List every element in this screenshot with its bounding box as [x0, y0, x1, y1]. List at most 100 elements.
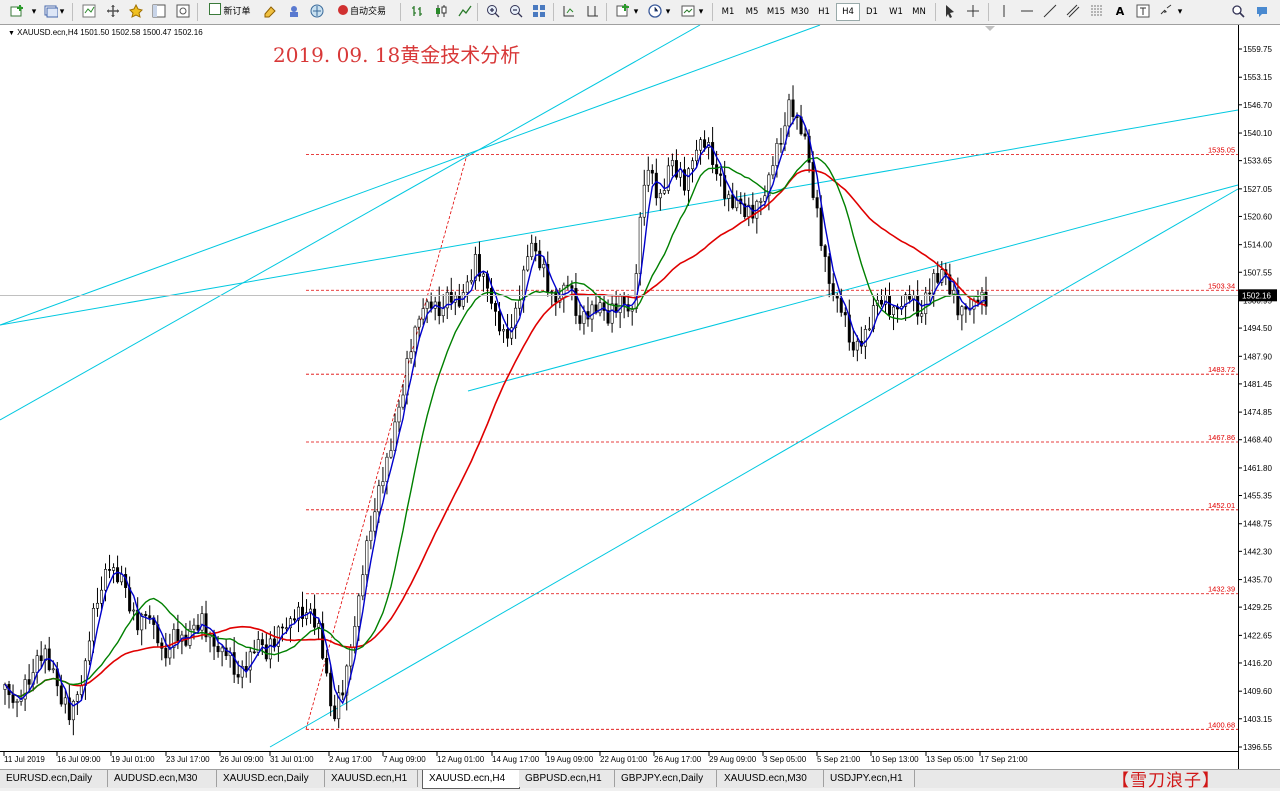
community-icon[interactable] [1253, 3, 1271, 21]
candle-body [284, 627, 288, 630]
candle-body [502, 329, 506, 332]
price-scale-label: 1416.20 [1243, 659, 1272, 668]
templates-icon[interactable] [679, 3, 697, 21]
price-scale-label: 1546.70 [1243, 101, 1272, 110]
new-order-button[interactable]: 新订单 [204, 3, 256, 21]
candle-body [924, 292, 928, 315]
candle-body [292, 618, 296, 621]
periods-icon[interactable] [646, 3, 664, 21]
price-scale-label: 1396.55 [1243, 743, 1272, 752]
symbol-info-label: ▼ XAUUSD.ecn,H4 1501.50 1502.58 1500.47 … [8, 28, 203, 37]
candle-body [827, 256, 831, 284]
candle-body [727, 194, 731, 199]
text-icon[interactable]: A [1111, 3, 1129, 21]
tab-xauusd-daily[interactable]: XAUUSD.ecn,Daily [217, 770, 325, 787]
price-scale-label: 1520.60 [1243, 212, 1272, 221]
timeframe-m5[interactable]: M5 [741, 3, 763, 21]
indicators-icon[interactable] [614, 3, 632, 21]
tab-eurusd-daily[interactable]: EURUSD.ecn,Daily [0, 770, 108, 787]
candle-body [465, 281, 469, 293]
cursor-icon[interactable] [941, 3, 959, 21]
candle-body [771, 165, 775, 176]
market-watch-icon[interactable] [80, 3, 98, 21]
new-chart-icon[interactable] [8, 3, 26, 21]
candle-body [642, 184, 646, 218]
chart-window[interactable]: 1535.05 1503.34 1483.72 1467.86 1452.01 1432.… [0, 24, 1280, 770]
arrows-dropdown-icon[interactable]: ▾ [1176, 3, 1184, 21]
line-chart-icon[interactable] [456, 3, 474, 21]
candle-body [313, 608, 317, 628]
tile-windows-icon[interactable] [530, 3, 548, 21]
timeframe-d1[interactable]: D1 [861, 3, 883, 21]
tab-audusd-m30[interactable]: AUDUSD.ecn,M30 [108, 770, 217, 787]
timeframe-h4[interactable]: H4 [836, 3, 860, 21]
chart-shift-icon[interactable] [584, 3, 602, 21]
candle-body [63, 697, 67, 705]
horizontal-line-icon[interactable] [1018, 3, 1036, 21]
candle-body [691, 160, 695, 170]
candle-body [892, 306, 896, 315]
auto-trading-button[interactable]: 自动交易 [330, 3, 394, 21]
trendline-icon[interactable] [1041, 3, 1059, 21]
candle-body [325, 657, 329, 674]
new-chart-dropdown-icon[interactable]: ▾ [30, 3, 38, 21]
timeframe-m15[interactable]: M15 [765, 3, 787, 21]
price-chart[interactable]: 1535.05 1503.34 1483.72 1467.86 1452.01 1432.… [0, 25, 1280, 770]
candle-body [87, 640, 91, 662]
periods-dropdown-icon[interactable]: ▾ [664, 3, 672, 21]
time-scale-label: 26 Aug 17:00 [654, 755, 702, 764]
tab-xauusd-h1[interactable]: XAUUSD.ecn,H1 [325, 770, 418, 787]
tab-usdjpy-h1[interactable]: USDJPY.ecn,H1 [824, 770, 915, 787]
crosshair-icon[interactable] [964, 3, 982, 21]
channel-icon[interactable] [1064, 3, 1082, 21]
candle-body [437, 301, 441, 317]
navigator-icon[interactable] [104, 3, 122, 21]
timeframe-w1[interactable]: W1 [885, 3, 907, 21]
signals-icon[interactable] [285, 3, 303, 21]
trendline [0, 25, 821, 326]
templates-dropdown-icon[interactable]: ▾ [697, 3, 705, 21]
timeframe-mn[interactable]: MN [908, 3, 930, 21]
tab-xauusd-m30[interactable]: XAUUSD.ecn,M30 [718, 770, 824, 787]
profiles-dropdown-icon[interactable]: ▾ [58, 3, 66, 21]
text-label-icon[interactable] [1134, 3, 1152, 21]
metaeditor-icon[interactable] [261, 3, 279, 21]
zoom-in-icon[interactable] [484, 3, 502, 21]
indicators-dropdown-icon[interactable]: ▾ [632, 3, 640, 21]
candle-body [469, 280, 473, 283]
market-icon[interactable] [308, 3, 326, 21]
arrows-icon[interactable] [1157, 3, 1175, 21]
candle-body [357, 595, 361, 627]
candle-body [449, 292, 453, 303]
tab-gbpusd-h1[interactable]: GBPUSD.ecn,H1 [519, 770, 615, 787]
fib-level-label: 1503.34 [1208, 281, 1235, 290]
timeframe-m30[interactable]: M30 [789, 3, 811, 21]
candle-body [534, 242, 538, 252]
timeframe-m1[interactable]: M1 [717, 3, 739, 21]
zoom-out-icon[interactable] [507, 3, 525, 21]
autoscroll-icon[interactable] [560, 3, 578, 21]
candle-body [264, 644, 268, 660]
terminal-icon[interactable] [150, 3, 168, 21]
price-scale-label: 1514.00 [1243, 241, 1272, 250]
price-scale-label: 1559.75 [1243, 45, 1272, 54]
timeframe-h1[interactable]: H1 [813, 3, 835, 21]
data-window-icon[interactable] [127, 3, 145, 21]
search-icon[interactable] [1229, 3, 1247, 21]
bar-chart-icon[interactable] [408, 3, 426, 21]
time-scale-label: 19 Aug 09:00 [546, 755, 594, 764]
candle-body [385, 456, 389, 482]
tab-gbpjpy-daily[interactable]: GBPJPY.ecn,Daily [615, 770, 717, 787]
time-scale-border [0, 751, 1238, 752]
fibonacci-icon[interactable] [1088, 3, 1106, 21]
candle-body [952, 290, 956, 295]
candle-body [252, 651, 256, 654]
new-order-icon [209, 3, 222, 15]
candle-body [646, 169, 650, 186]
author-watermark: 【雪刀浪子】 [1112, 771, 1220, 791]
strategy-tester-icon[interactable] [174, 3, 192, 21]
tab-xauusd-h4[interactable]: XAUUSD.ecn,H4 [422, 770, 520, 789]
vertical-line-icon[interactable] [995, 3, 1013, 21]
candle-body [413, 326, 417, 353]
candlestick-icon[interactable] [432, 3, 450, 21]
